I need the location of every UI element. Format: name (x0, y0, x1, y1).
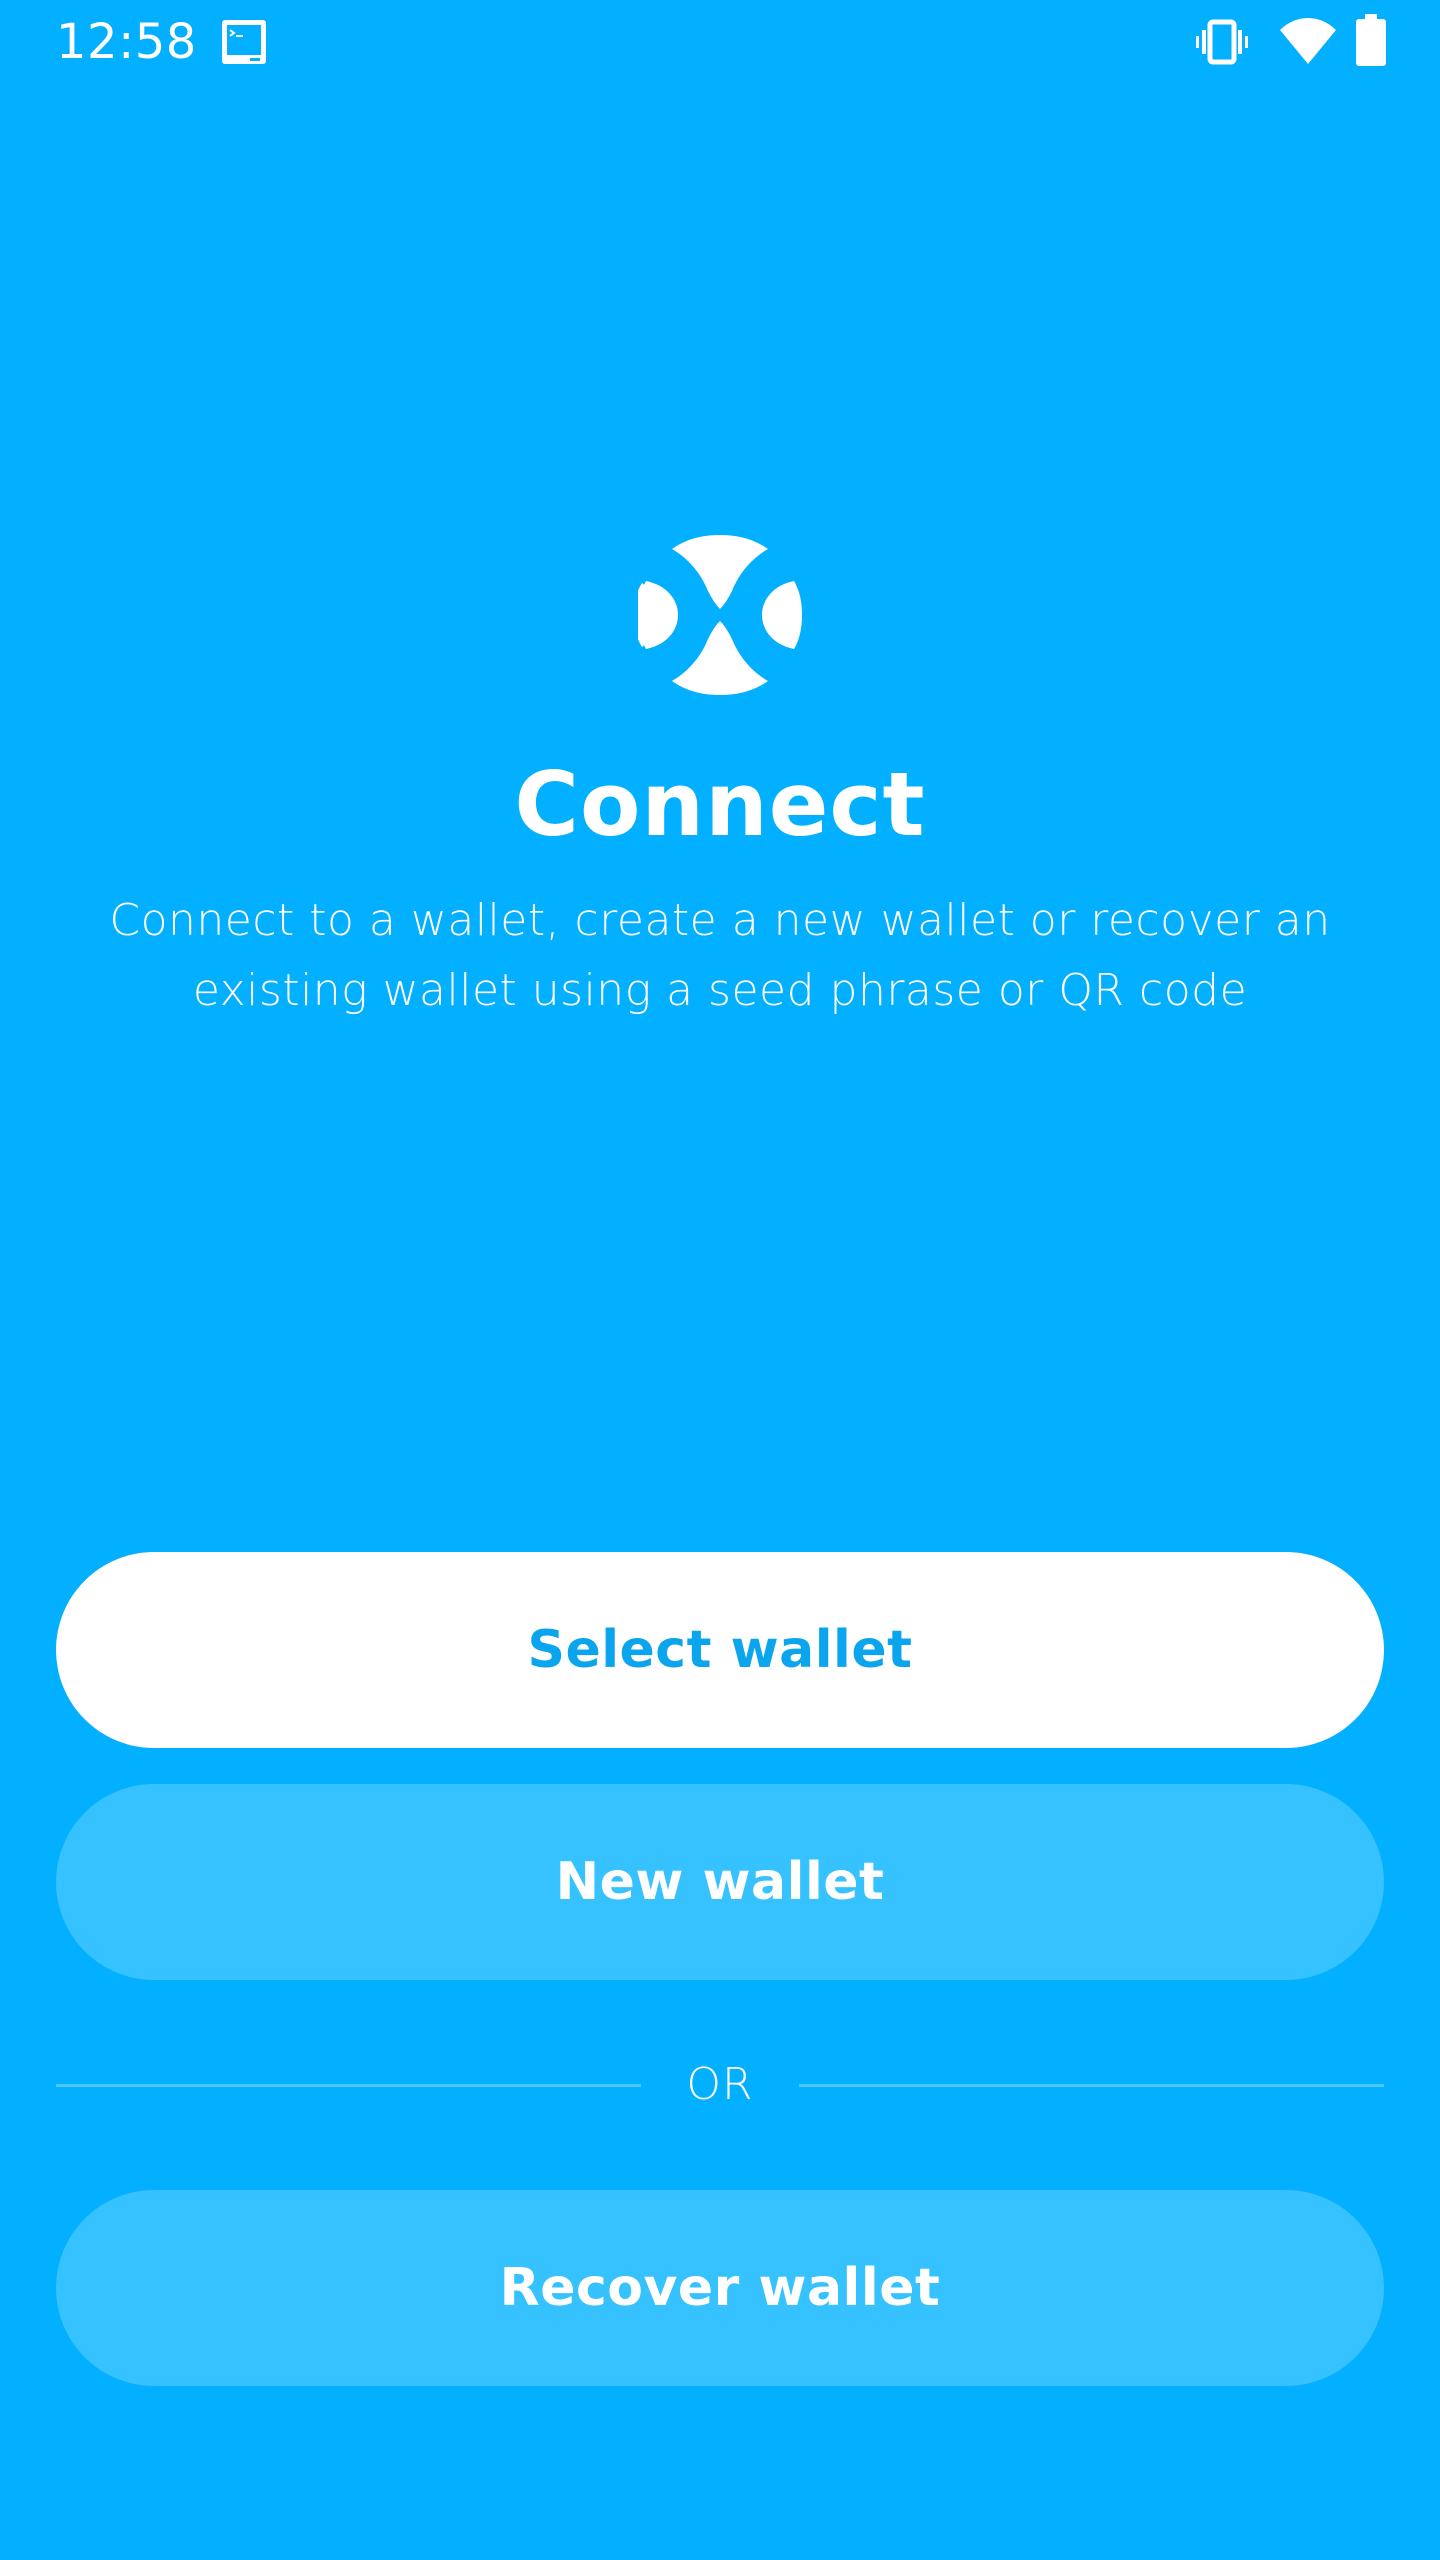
wifi-icon (1280, 18, 1336, 64)
status-time: 12:58 (56, 14, 197, 70)
divider-line-right (799, 2084, 1384, 2087)
new-wallet-button[interactable]: New wallet (56, 1784, 1384, 1980)
new-wallet-label: New wallet (555, 1852, 885, 1912)
or-divider: OR (56, 2050, 1384, 2120)
select-wallet-button[interactable]: Select wallet (56, 1552, 1384, 1748)
recover-wallet-label: Recover wallet (499, 2258, 941, 2318)
status-bar: 12:58 (0, 0, 1440, 84)
terminal-icon (222, 20, 266, 64)
recover-wallet-button[interactable]: Recover wallet (56, 2190, 1384, 2386)
vibrate-icon (1196, 19, 1248, 65)
page-title: Connect (514, 753, 926, 856)
divider-label: OR (686, 2059, 754, 2110)
wallet-connect-logo-icon (638, 535, 802, 695)
select-wallet-label: Select wallet (527, 1620, 913, 1680)
battery-icon (1356, 14, 1386, 66)
page-description: Connect to a wallet, create a new wallet… (109, 895, 1331, 1016)
divider-line-left (56, 2084, 641, 2087)
